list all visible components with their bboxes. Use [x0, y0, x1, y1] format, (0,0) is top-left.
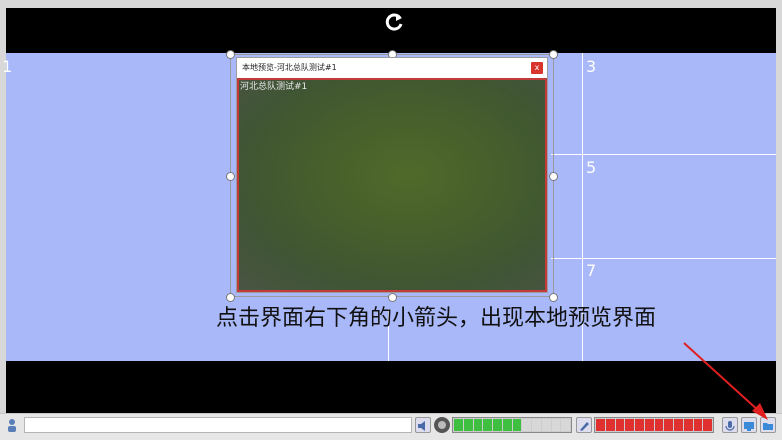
arrow-icon	[683, 342, 768, 420]
